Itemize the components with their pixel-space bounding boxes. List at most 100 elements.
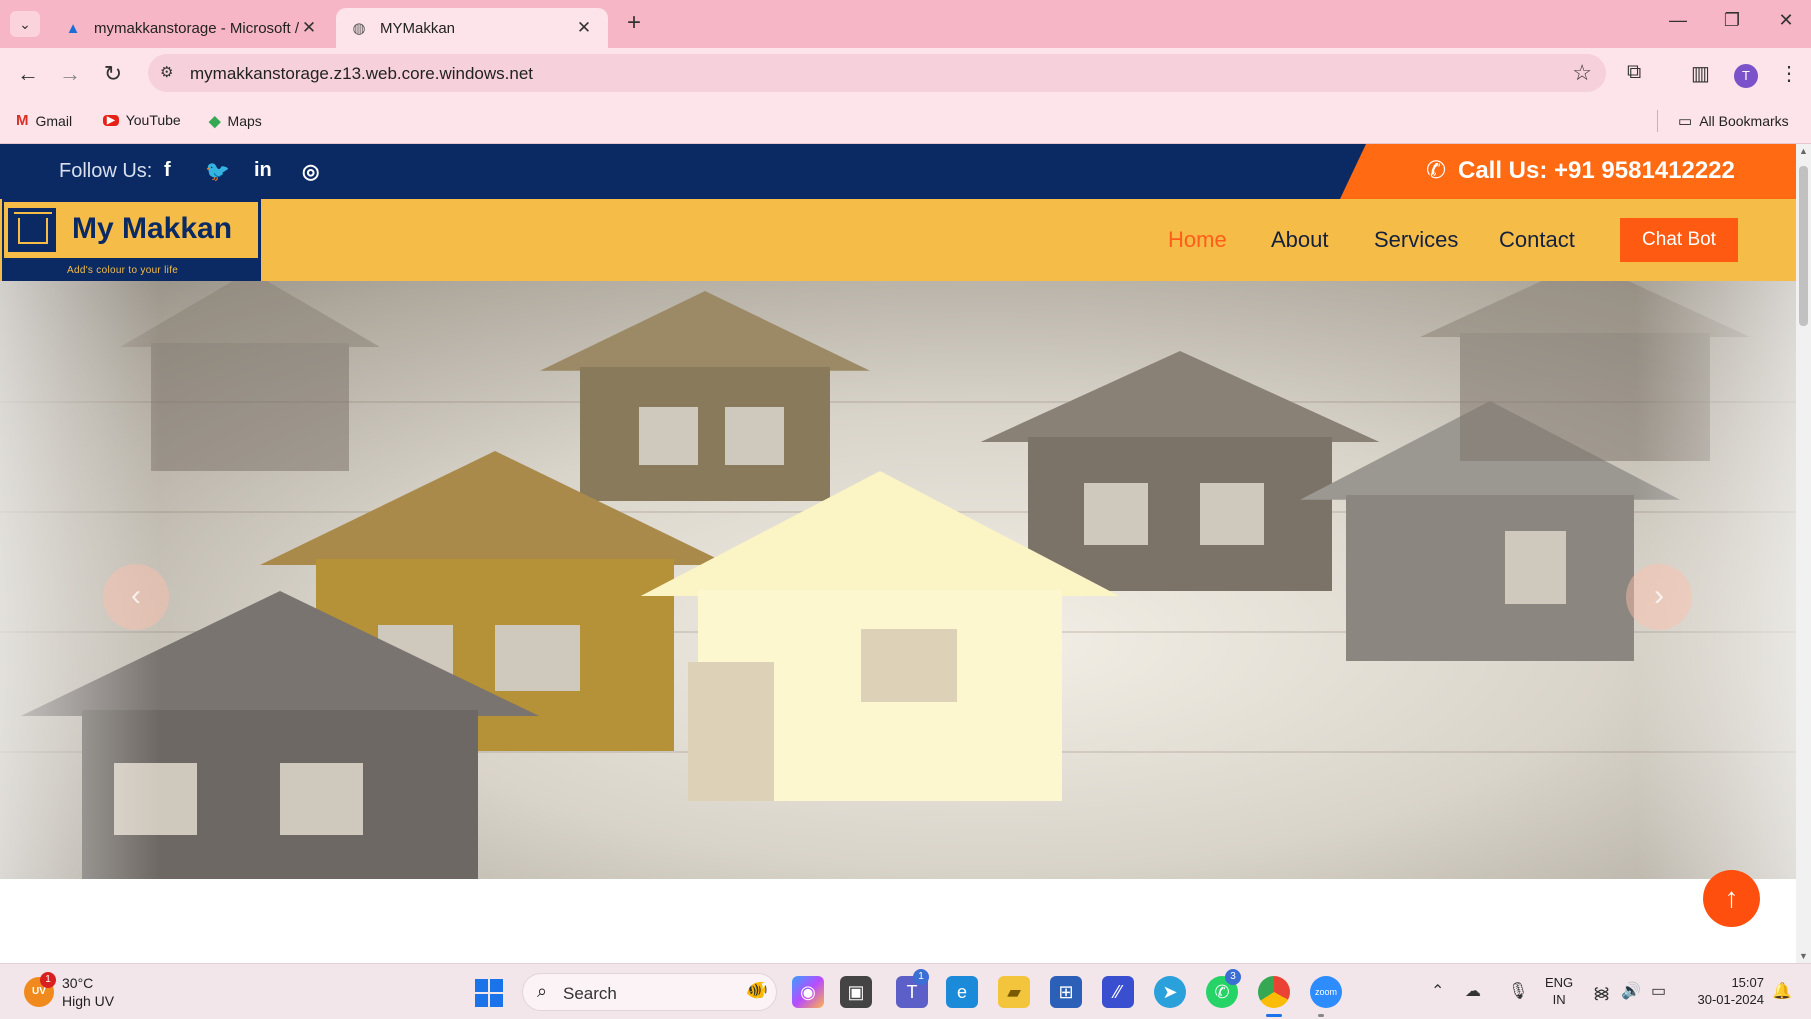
nav-about[interactable]: About [1271,227,1329,253]
url-text[interactable]: mymakkanstorage.z13.web.core.windows.net [190,64,533,84]
twitter-icon[interactable]: 🐦 [205,159,230,184]
hero-carousel: ‹ › [0,281,1796,879]
page-scrollbar[interactable]: ▲ ▼ [1796,144,1811,963]
site-navbar: My Makkan Add's colour to your life Home… [0,199,1796,281]
forward-button[interactable]: → [55,60,85,88]
language-indicator[interactable]: ENG IN [1545,974,1573,1008]
folder-icon: ▭ [1678,113,1693,130]
scrollbar-thumb[interactable] [1799,166,1808,326]
minimize-button[interactable]: — [1658,10,1698,36]
zoom-running-indicator [1318,1014,1324,1017]
instagram-icon[interactable]: ◎ [302,159,319,184]
chrome-icon[interactable] [1258,976,1290,1008]
all-bookmarks[interactable]: ▭ All Bookmarks [1678,112,1789,130]
search-icon: ⌕ [537,981,548,1001]
nav-home[interactable]: Home [1168,227,1227,253]
tab-azure-storage[interactable]: ▲ mymakkanstorage - Microsoft / ✕ [50,8,333,48]
nav-services[interactable]: Services [1374,227,1458,253]
gmail-icon: M [16,112,29,129]
lang-code: ENG [1545,975,1574,990]
logo-tagline: Add's colour to your life [67,265,179,276]
call-us-banner[interactable]: ✆ Call Us: +91 9581412222 [1340,144,1796,199]
bookmark-label: Maps [227,113,262,129]
file-explorer-icon[interactable]: ▰ [998,976,1030,1008]
notification-bell-icon[interactable]: 🔔 [1772,981,1792,1001]
weather-temp[interactable]: 30°C [62,975,93,991]
weather-desc[interactable]: High UV [62,993,114,1009]
search-highlight-icon: 🐠 [745,980,768,1000]
globe-icon: ◍ [352,20,366,37]
carousel-next-button[interactable]: › [1626,564,1692,630]
chrome-running-indicator [1266,1014,1282,1017]
side-panel-icon[interactable]: ▥ [1691,61,1710,86]
tab-mymakkan[interactable]: ◍ MYMakkan ✕ [336,8,608,48]
close-icon[interactable]: ✕ [574,18,594,38]
azure-icon: ▲ [65,19,81,37]
whatsapp-badge: 3 [1225,969,1241,985]
scroll-up-arrow-icon[interactable]: ▲ [1799,146,1808,156]
menu-dots-icon[interactable]: ⋮ [1779,61,1799,86]
edge-icon[interactable]: e [946,976,978,1008]
site-topbar: Follow Us: f 🐦 in ◎ ✆ Call Us: +91 95814… [0,144,1796,199]
window-close-button[interactable]: ✕ [1766,10,1806,36]
profile-avatar[interactable]: T [1734,64,1758,88]
wifi-icon[interactable]: ᯼ [1593,981,1610,1003]
carousel-prev-button[interactable]: ‹ [103,564,169,630]
call-us-text: Call Us: +91 9581412222 [1458,157,1735,184]
microsoft-store-icon[interactable]: ⊞ [1050,976,1082,1008]
maps-icon: ◆ [209,113,221,130]
address-bar[interactable]: ⚙ mymakkanstorage.z13.web.core.windows.n… [148,54,1606,92]
bookmark-youtube[interactable]: ▶ YouTube [103,112,181,128]
tab-title: MYMakkan [380,19,456,37]
site-settings-icon[interactable]: ⚙ [160,63,173,81]
clock-date: 30-01-2024 [1697,992,1765,1007]
taskbar-search-label: Search [563,984,617,1003]
system-clock[interactable]: 15:07 30-01-2024 [1690,974,1765,1008]
bookmark-gmail[interactable]: M Gmail [16,112,72,129]
house-logo-icon [6,206,58,254]
logo-name: My Makkan [72,212,233,245]
all-bookmarks-label: All Bookmarks [1699,113,1789,129]
teams-badge: 1 [913,969,929,985]
bookmark-maps[interactable]: ◆ Maps [209,112,262,130]
copilot-icon[interactable]: ◉ [792,976,824,1008]
show-hidden-icons-chevron-icon[interactable]: ⌃ [1431,981,1444,1001]
nav-contact[interactable]: Contact [1499,227,1575,253]
house-shape [640,471,1120,801]
taskbar-search[interactable]: ⌕ Search 🐠 [522,973,777,1011]
lang-region: IN [1552,992,1566,1007]
close-icon[interactable]: ✕ [299,18,319,38]
bookmark-star-icon[interactable]: ☆ [1572,60,1592,86]
facebook-icon[interactable]: f [164,159,171,182]
back-button[interactable]: ← [13,60,43,88]
windows-start-icon[interactable] [475,979,503,1007]
bookmarks-divider [1657,110,1658,132]
battery-icon[interactable]: ▭ [1651,981,1666,1001]
new-tab-button[interactable]: + [620,10,648,38]
browser-toolbar: ← → ↻ ⚙ mymakkanstorage.z13.web.core.win… [0,48,1811,100]
browser-tab-bar: ⌄ ▲ mymakkanstorage - Microsoft / ✕ ◍ MY… [0,0,1811,48]
restore-button[interactable]: ❐ [1712,10,1752,36]
reload-button[interactable]: ↻ [98,60,128,88]
chat-bot-button[interactable]: Chat Bot [1620,218,1738,262]
microphone-icon[interactable]: 🎙 [1508,981,1528,1001]
website-viewport: Follow Us: f 🐦 in ◎ ✆ Call Us: +91 95814… [0,144,1796,963]
chevron-down-icon: ⌄ [19,15,31,32]
scroll-to-top-button[interactable]: ↑ [1703,870,1760,927]
telegram-icon[interactable]: ➤ [1154,976,1186,1008]
weather-badge: 1 [40,972,56,988]
remote-app-icon[interactable]: ⁄⁄ [1102,976,1134,1008]
onedrive-icon[interactable]: ☁ [1465,981,1481,1001]
volume-icon[interactable]: 🔊 [1621,981,1641,1001]
logo-box: My Makkan [4,202,258,258]
zoom-icon[interactable]: zoom [1310,976,1342,1008]
tab-search-button[interactable]: ⌄ [10,11,40,37]
task-view-icon[interactable]: ▣ [840,976,872,1008]
linkedin-icon[interactable]: in [254,159,272,182]
site-logo[interactable]: My Makkan Add's colour to your life [2,199,261,281]
scroll-down-arrow-icon[interactable]: ▼ [1799,951,1808,961]
phone-icon: ✆ [1426,157,1447,184]
bookmark-label: Gmail [35,112,73,129]
bookmark-label: YouTube [125,112,181,128]
extensions-icon[interactable]: ⧉ [1627,61,1641,84]
